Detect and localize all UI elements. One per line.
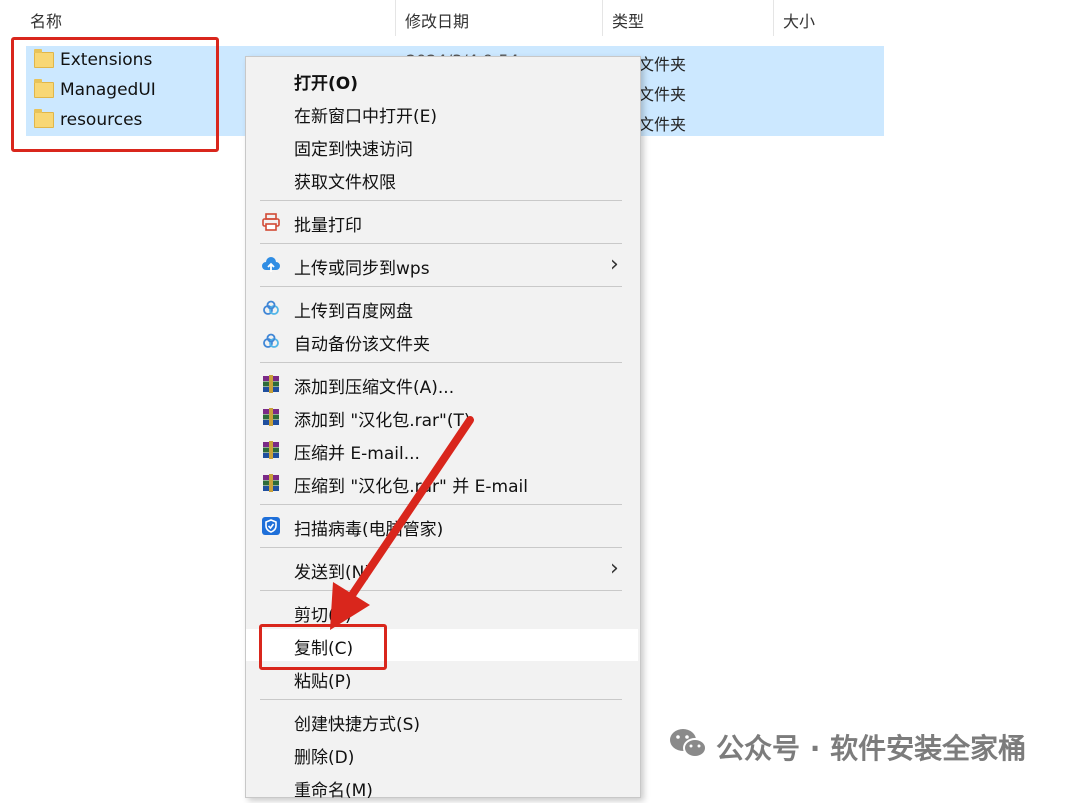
- wechat-icon: [670, 729, 707, 758]
- watermark-text: 公众号 · 软件安装全家桶: [716, 732, 1027, 765]
- annotation-arrow-icon: [330, 416, 474, 630]
